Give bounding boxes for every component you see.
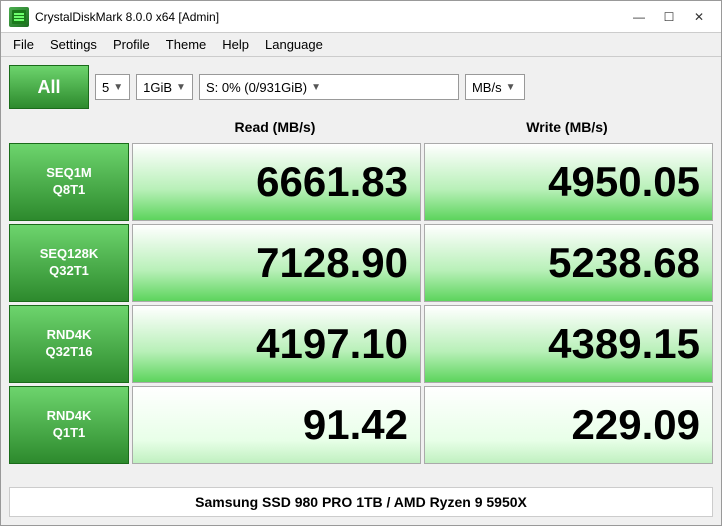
main-content: All 5 ▼ 1GiB ▼ S: 0% (0/931GiB) ▼ MB/s ▼… bbox=[1, 57, 721, 525]
all-button[interactable]: All bbox=[9, 65, 89, 109]
runs-dropdown-arrow: ▼ bbox=[113, 82, 123, 93]
table-row: RND4K Q32T16 4197.10 4389.15 bbox=[9, 305, 713, 383]
unit-dropdown[interactable]: MB/s ▼ bbox=[465, 74, 525, 100]
header-write: Write (MB/s) bbox=[421, 117, 713, 137]
menu-language[interactable]: Language bbox=[257, 33, 331, 56]
data-grid: SEQ1M Q8T1 6661.83 4950.05 SEQ128K Q32T1… bbox=[9, 143, 713, 479]
footer-bar: Samsung SSD 980 PRO 1TB / AMD Ryzen 9 59… bbox=[9, 487, 713, 517]
controls-row: All 5 ▼ 1GiB ▼ S: 0% (0/931GiB) ▼ MB/s ▼ bbox=[9, 65, 713, 109]
header-read: Read (MB/s) bbox=[129, 117, 421, 137]
close-button[interactable]: ✕ bbox=[685, 7, 713, 27]
disk-dropdown[interactable]: S: 0% (0/931GiB) ▼ bbox=[199, 74, 459, 100]
row-label-seq1m: SEQ1M Q8T1 bbox=[9, 143, 129, 221]
title-bar-left: CrystalDiskMark 8.0.0 x64 [Admin] bbox=[9, 7, 219, 27]
read-value-rnd4k-q1t1: 91.42 bbox=[132, 386, 421, 464]
size-dropdown[interactable]: 1GiB ▼ bbox=[136, 74, 193, 100]
menu-theme[interactable]: Theme bbox=[158, 33, 214, 56]
main-window: CrystalDiskMark 8.0.0 x64 [Admin] — ☐ ✕ … bbox=[0, 0, 722, 526]
header-label bbox=[9, 117, 129, 137]
write-value-rnd4k-q32t16: 4389.15 bbox=[424, 305, 713, 383]
write-value-seq128k: 5238.68 bbox=[424, 224, 713, 302]
minimize-button[interactable]: — bbox=[625, 7, 653, 27]
row-label-rnd4k-q1t1: RND4K Q1T1 bbox=[9, 386, 129, 464]
disk-dropdown-arrow: ▼ bbox=[311, 82, 321, 93]
title-bar: CrystalDiskMark 8.0.0 x64 [Admin] — ☐ ✕ bbox=[1, 1, 721, 33]
menu-bar: File Settings Profile Theme Help Languag… bbox=[1, 33, 721, 57]
row-label-seq128k: SEQ128K Q32T1 bbox=[9, 224, 129, 302]
write-value-seq1m: 4950.05 bbox=[424, 143, 713, 221]
row-label-rnd4k-q32t16: RND4K Q32T16 bbox=[9, 305, 129, 383]
window-title: CrystalDiskMark 8.0.0 x64 [Admin] bbox=[35, 10, 219, 24]
menu-profile[interactable]: Profile bbox=[105, 33, 158, 56]
footer-text: Samsung SSD 980 PRO 1TB / AMD Ryzen 9 59… bbox=[195, 494, 527, 510]
menu-file[interactable]: File bbox=[5, 33, 42, 56]
table-row: SEQ1M Q8T1 6661.83 4950.05 bbox=[9, 143, 713, 221]
write-value-rnd4k-q1t1: 229.09 bbox=[424, 386, 713, 464]
maximize-button[interactable]: ☐ bbox=[655, 7, 683, 27]
window-controls: — ☐ ✕ bbox=[625, 7, 713, 27]
runs-dropdown[interactable]: 5 ▼ bbox=[95, 74, 130, 100]
size-dropdown-arrow: ▼ bbox=[176, 82, 186, 93]
read-value-rnd4k-q32t16: 4197.10 bbox=[132, 305, 421, 383]
read-value-seq128k: 7128.90 bbox=[132, 224, 421, 302]
table-row: SEQ128K Q32T1 7128.90 5238.68 bbox=[9, 224, 713, 302]
app-icon bbox=[9, 7, 29, 27]
menu-settings[interactable]: Settings bbox=[42, 33, 105, 56]
column-headers: Read (MB/s) Write (MB/s) bbox=[9, 117, 713, 137]
table-row: RND4K Q1T1 91.42 229.09 bbox=[9, 386, 713, 464]
unit-dropdown-arrow: ▼ bbox=[506, 82, 516, 93]
menu-help[interactable]: Help bbox=[214, 33, 257, 56]
read-value-seq1m: 6661.83 bbox=[132, 143, 421, 221]
